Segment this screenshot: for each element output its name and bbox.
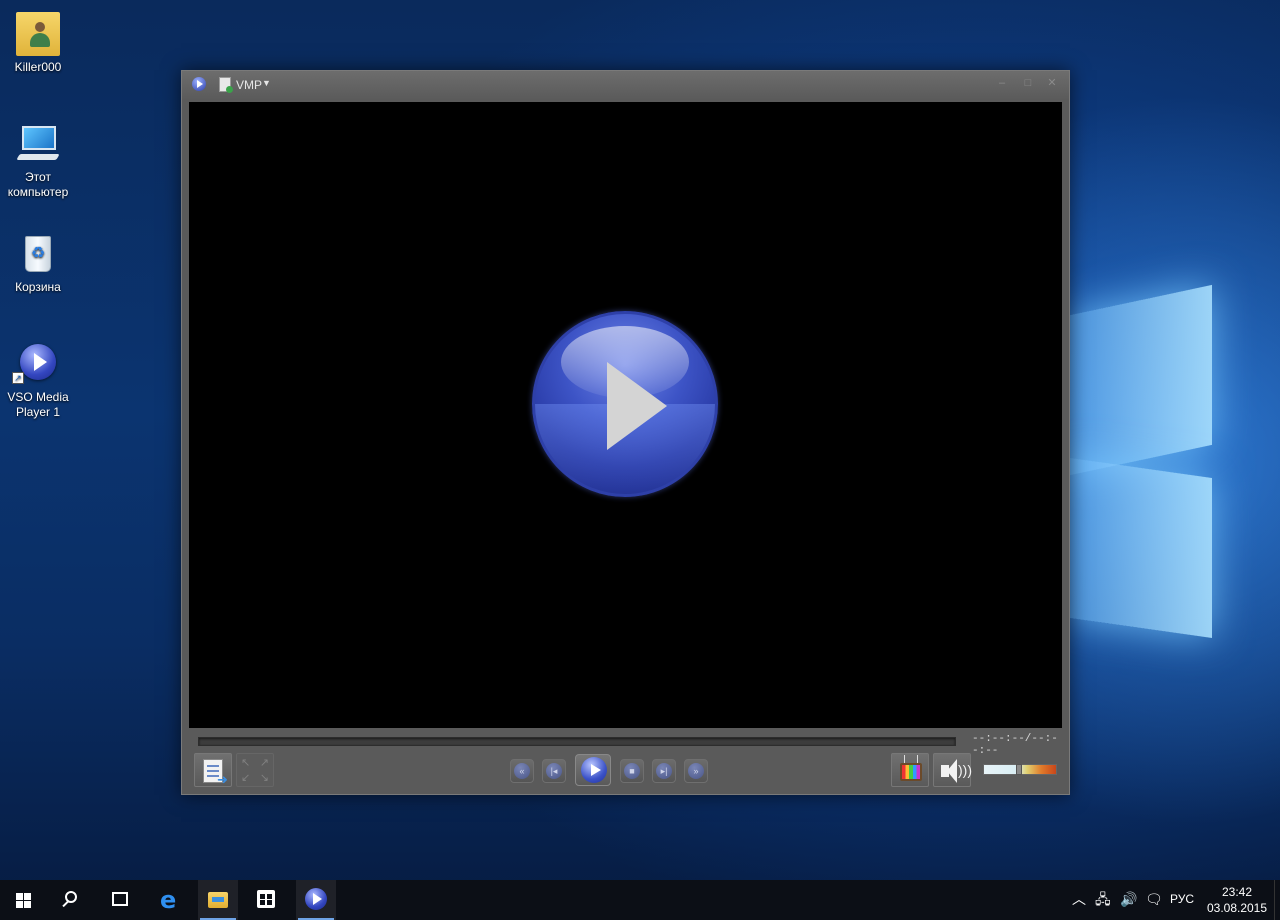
show-desktop-button[interactable] xyxy=(1274,880,1280,920)
desktop-icon-label: Killer000 xyxy=(14,60,62,74)
windows-wallpaper-logo xyxy=(1070,250,1280,650)
chevron-down-icon[interactable]: ▼ xyxy=(262,78,271,88)
playlist-button[interactable]: ➜ xyxy=(194,753,232,787)
next-icon: ▸| xyxy=(656,763,672,779)
desktop-icon-vso-media-player[interactable]: ↗ VSO Media Player 1 xyxy=(0,342,76,420)
play-icon xyxy=(581,757,607,783)
volume-slider-handle[interactable] xyxy=(1016,764,1022,775)
open-file-icon[interactable] xyxy=(219,77,233,93)
volume-icon[interactable]: 🔊 xyxy=(1120,891,1137,907)
desktop-icon-this-pc[interactable]: Этот компьютер xyxy=(0,122,76,200)
window-title[interactable]: VMP xyxy=(236,78,262,92)
fullscreen-button[interactable]: ↖ ↗ ↙ ↘ xyxy=(236,753,274,787)
wallpaper-pane-top xyxy=(1070,284,1212,476)
play-icon xyxy=(607,362,667,450)
clock[interactable]: 23:42 03.08.2015 xyxy=(1203,884,1271,916)
app-icon[interactable] xyxy=(192,77,206,91)
chevron-up-icon[interactable]: ︿ xyxy=(1072,891,1086,907)
play-button[interactable] xyxy=(575,754,611,786)
video-area[interactable] xyxy=(189,102,1062,728)
edge-icon: e xyxy=(160,886,177,914)
rewind-icon: « xyxy=(514,763,530,779)
taskbar-edge[interactable]: e xyxy=(150,880,190,920)
window-titlebar[interactable]: VMP ▼ ‒ □ ✕ xyxy=(182,71,1069,100)
search-icon xyxy=(65,891,77,903)
action-center-icon[interactable]: 🗨 xyxy=(1145,891,1163,907)
time-display: --:--:--/--:--:-- xyxy=(972,733,1058,757)
taskbar-store[interactable] xyxy=(246,880,286,920)
search-button[interactable] xyxy=(52,880,92,920)
desktop-icon-label: Этот компьютер xyxy=(7,170,69,199)
desktop-icon-label: Корзина xyxy=(15,280,61,294)
this-pc-icon xyxy=(16,122,60,166)
minimize-button[interactable]: ‒ xyxy=(995,77,1009,89)
user-folder-icon xyxy=(16,12,60,56)
stop-button[interactable]: ■ xyxy=(620,759,644,783)
file-explorer-icon xyxy=(208,892,228,908)
tv-mode-button[interactable] xyxy=(891,753,929,787)
windows-start-icon xyxy=(16,893,32,908)
taskbar-file-explorer[interactable] xyxy=(198,880,238,920)
store-icon xyxy=(257,890,275,908)
task-view-button[interactable] xyxy=(100,880,140,920)
mute-button[interactable]: ))) xyxy=(933,753,972,787)
network-icon[interactable]: 🖧 xyxy=(1095,891,1111,907)
stop-icon: ■ xyxy=(624,763,640,779)
shortcut-arrow-icon: ↗ xyxy=(12,372,24,384)
clock-date: 03.08.2015 xyxy=(1206,901,1268,915)
seek-bar[interactable] xyxy=(198,737,956,746)
vso-media-player-icon: ↗ xyxy=(12,342,60,386)
taskbar: e ︿ 🖧 🔊 🗨 РУС 23:42 03.08.2015 xyxy=(0,880,1280,920)
wallpaper-pane-bottom xyxy=(1070,458,1212,638)
desktop-icon-user-folder[interactable]: Killer000 xyxy=(0,12,76,75)
fast-forward-icon: » xyxy=(688,763,704,779)
recycle-bin-icon: ♻ xyxy=(16,232,60,276)
big-play-button[interactable] xyxy=(532,311,718,497)
desktop-icon-recycle-bin[interactable]: ♻ Корзина xyxy=(0,232,76,295)
fast-forward-button[interactable]: » xyxy=(684,759,708,783)
previous-icon: |◂ xyxy=(546,763,562,779)
close-button[interactable]: ✕ xyxy=(1045,77,1059,89)
previous-button[interactable]: |◂ xyxy=(542,759,566,783)
tv-icon xyxy=(900,763,922,781)
vso-media-player-icon xyxy=(305,888,327,910)
vso-player-window: VMP ▼ ‒ □ ✕ --:--:--/--:--:-- ➜ ↖ ↗ ↙ ↘ « … xyxy=(181,70,1070,795)
clock-time: 23:42 xyxy=(1221,885,1253,899)
task-view-icon xyxy=(112,892,128,906)
language-indicator[interactable]: РУС xyxy=(1170,892,1194,906)
volume-slider[interactable] xyxy=(983,764,1057,775)
taskbar-vso-media-player[interactable] xyxy=(296,880,336,920)
start-button[interactable] xyxy=(4,880,44,920)
rewind-button[interactable]: « xyxy=(510,759,534,783)
maximize-button[interactable]: □ xyxy=(1021,77,1035,89)
desktop-icon-label: VSO Media Player 1 xyxy=(7,390,69,419)
arrow-right-icon: ➜ xyxy=(217,772,228,787)
next-button[interactable]: ▸| xyxy=(652,759,676,783)
